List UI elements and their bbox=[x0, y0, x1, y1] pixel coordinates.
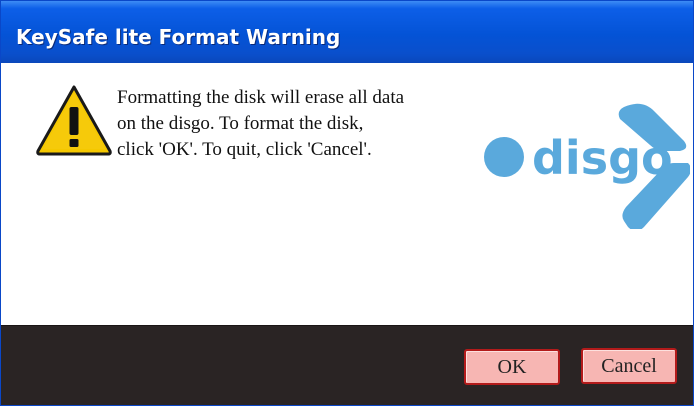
message-line: click 'OK'. To quit, click 'Cancel'. bbox=[117, 139, 372, 160]
message-line: Formatting the disk will erase all data bbox=[117, 87, 405, 108]
ok-button[interactable]: OK bbox=[464, 349, 560, 385]
dialog-window: KeySafe lite Format Warning Formatting t… bbox=[0, 0, 694, 406]
message-line: on the disgo. To format the disk, bbox=[117, 113, 364, 134]
disgo-logo: disgo bbox=[484, 103, 690, 229]
cancel-button[interactable]: Cancel bbox=[581, 348, 677, 384]
window-title: KeySafe lite Format Warning bbox=[16, 25, 341, 49]
button-bar: OK Cancel bbox=[1, 325, 693, 405]
warning-icon bbox=[36, 85, 112, 156]
warning-message: Formatting the disk will erase all data … bbox=[117, 85, 487, 163]
title-bar[interactable]: KeySafe lite Format Warning bbox=[1, 1, 693, 63]
logo-wordmark: disgo bbox=[532, 131, 673, 185]
dialog-content: Formatting the disk will erase all data … bbox=[4, 63, 690, 325]
